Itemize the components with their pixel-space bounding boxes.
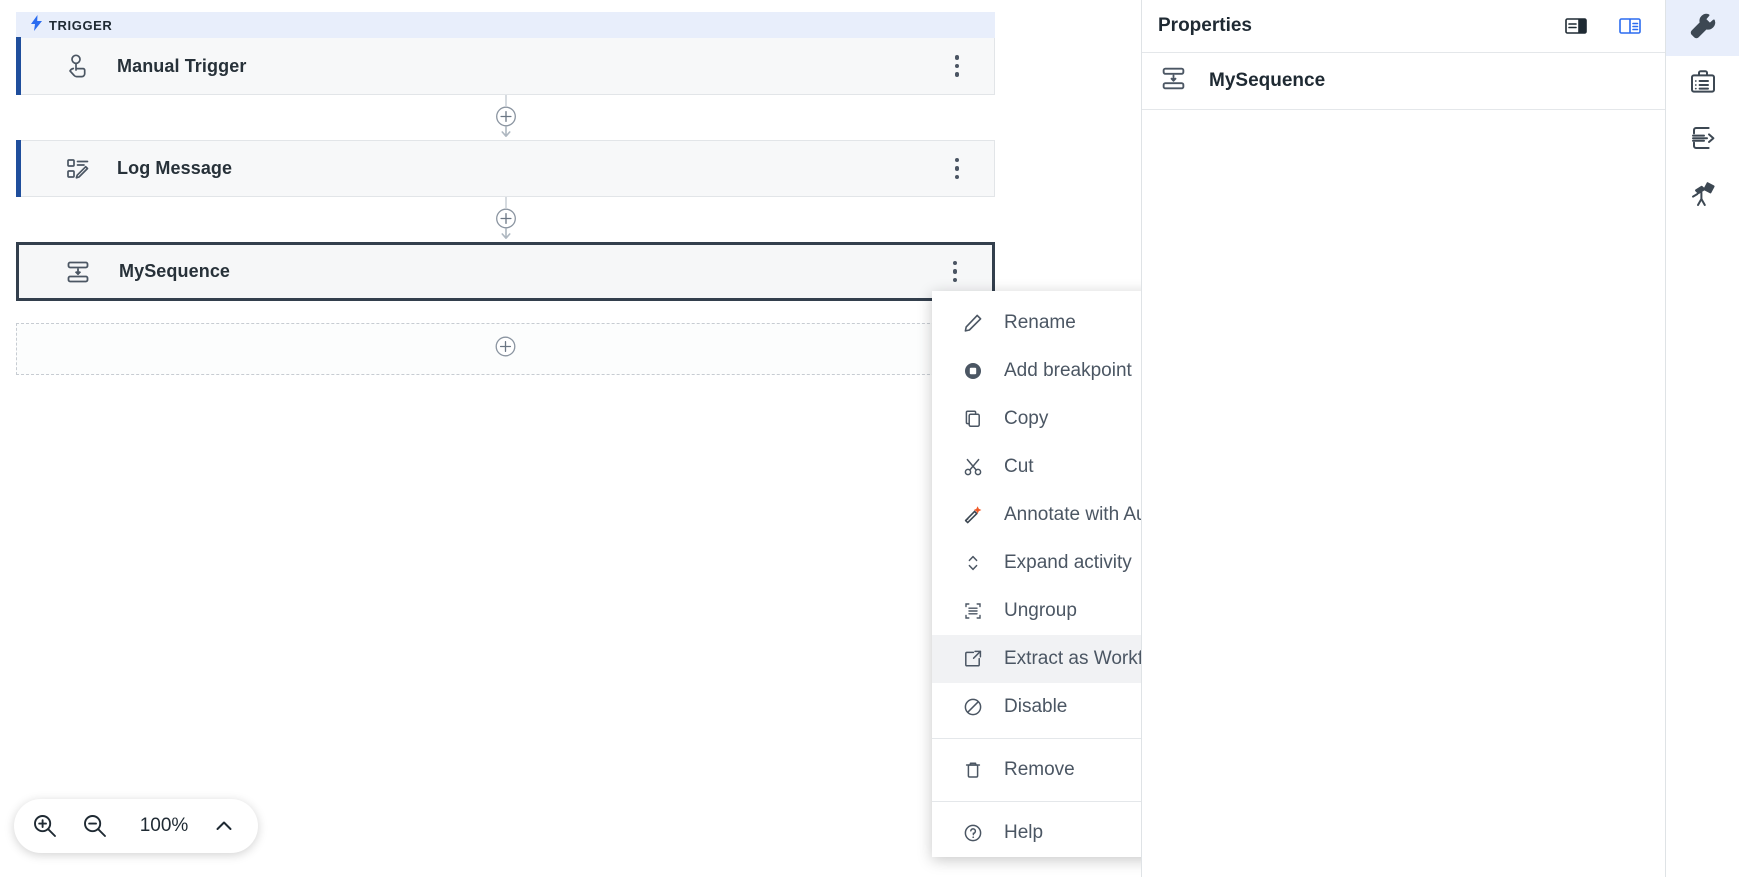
disable-icon: [962, 696, 984, 718]
workflow-canvas[interactable]: TRIGGER Manual Trigger Log Message MySeq…: [0, 0, 1141, 877]
properties-header: Properties: [1142, 0, 1665, 53]
menu-item-annotate-with-autopilot[interactable]: Annotate with Autopilot: [932, 491, 1141, 539]
menu-item-copy[interactable]: Copy: [932, 395, 1141, 443]
tap-hand-icon: [65, 53, 91, 79]
panel-layout-left-icon[interactable]: [1563, 15, 1589, 37]
trash-icon: [962, 759, 984, 781]
menu-item-expand-activity[interactable]: Expand activity: [932, 539, 1141, 587]
properties-title: Properties: [1158, 15, 1252, 36]
workflow-flow: TRIGGER Manual Trigger Log Message MySeq…: [16, 12, 995, 375]
properties-subject: MySequence: [1142, 53, 1665, 110]
node-kebab-menu-button[interactable]: [944, 259, 966, 285]
menu-item-disable[interactable]: Disable: [932, 683, 1141, 731]
menu-item-cut[interactable]: Cut: [932, 443, 1141, 491]
connector-line: [505, 95, 506, 106]
workflow-node-log-message[interactable]: Log Message: [16, 140, 995, 197]
trigger-section-header: TRIGGER: [16, 12, 995, 38]
menu-item-label: Annotate with Autopilot: [1004, 504, 1141, 525]
menu-item-label: Add breakpoint: [1004, 360, 1132, 381]
extract-workflow-icon: [962, 648, 984, 670]
menu-item-label: Disable: [1004, 696, 1068, 717]
properties-layout-buttons: [1563, 15, 1643, 37]
node-context-menu[interactable]: Rename Add breakpoint Copy Cut Annotate …: [932, 291, 1141, 857]
copy-icon: [962, 408, 984, 430]
menu-item-rename[interactable]: Rename: [932, 299, 1141, 347]
import-arrow-icon: [1688, 123, 1718, 158]
connector-line: [505, 197, 506, 208]
menu-item-label: Remove: [1004, 759, 1075, 780]
help-circle-icon: [962, 822, 984, 844]
node-connector: [16, 197, 995, 242]
breakpoint-icon: [962, 360, 984, 382]
menu-item-label: Ungroup: [1004, 600, 1077, 621]
menu-item-label: Expand activity: [1004, 552, 1132, 573]
menu-item-label: Help: [1004, 822, 1044, 843]
workflow-node-mysequence[interactable]: MySequence: [16, 242, 995, 301]
properties-panel: Properties MySequence: [1141, 0, 1665, 877]
chevron-up-icon[interactable]: [210, 812, 238, 840]
menu-item-remove[interactable]: Remove: [932, 746, 1141, 794]
add-activity-drop-zone[interactable]: [16, 323, 995, 375]
rail-item-properties-tool[interactable]: [1666, 0, 1739, 56]
menu-divider: [932, 801, 1141, 802]
node-kebab-menu-button[interactable]: [946, 53, 968, 79]
menu-item-help[interactable]: Help: [932, 809, 1141, 857]
ungroup-icon: [962, 600, 984, 622]
node-kebab-menu-button[interactable]: [946, 156, 968, 182]
telescope-icon: [1688, 179, 1718, 214]
rail-item-project-tool[interactable]: [1666, 56, 1739, 112]
rail-item-import-tool[interactable]: [1666, 112, 1739, 168]
zoom-out-icon[interactable]: [78, 809, 112, 843]
node-title: MySequence: [119, 261, 231, 281]
sequence-icon: [65, 259, 91, 285]
pencil-icon: [962, 312, 984, 334]
scissors-icon: [962, 456, 984, 478]
plus-circle-icon[interactable]: [495, 106, 516, 127]
menu-item-add-breakpoint[interactable]: Add breakpoint: [932, 347, 1141, 395]
expand-vertical-icon: [962, 552, 984, 574]
menu-item-extract-as-workflow[interactable]: Extract as Workflow: [932, 635, 1141, 683]
node-title: Manual Trigger: [117, 55, 247, 76]
zoom-controls: 100%: [14, 799, 258, 853]
plus-circle-icon[interactable]: [495, 336, 516, 362]
menu-item-ungroup[interactable]: Ungroup: [932, 587, 1141, 635]
wrench-icon: [1688, 11, 1718, 46]
plus-circle-icon[interactable]: [495, 208, 516, 229]
menu-item-label: Rename: [1004, 312, 1076, 333]
menu-item-label: Extract as Workflow: [1004, 648, 1141, 669]
lightning-bolt-icon: [30, 14, 43, 36]
panel-layout-right-icon[interactable]: [1617, 15, 1643, 37]
briefcase-icon: [1688, 67, 1718, 102]
workflow-designer-app: TRIGGER Manual Trigger Log Message MySeq…: [0, 0, 1739, 877]
zoom-in-icon[interactable]: [28, 809, 62, 843]
log-message-icon: [65, 156, 91, 182]
node-title: Log Message: [117, 158, 233, 178]
rail-item-explore-tool[interactable]: [1666, 168, 1739, 224]
node-connector: [16, 95, 995, 140]
trigger-section-label: TRIGGER: [49, 17, 113, 33]
right-tool-rail: [1665, 0, 1739, 877]
zoom-level-value: 100%: [139, 815, 189, 836]
autopilot-wand-icon: [962, 504, 984, 526]
sequence-icon: [1160, 65, 1187, 97]
menu-item-label: Copy: [1004, 408, 1049, 429]
properties-subject-name: MySequence: [1209, 70, 1326, 91]
menu-item-label: Cut: [1004, 456, 1034, 477]
workflow-node-manual-trigger[interactable]: Manual Trigger: [16, 37, 995, 95]
menu-divider: [932, 738, 1141, 739]
